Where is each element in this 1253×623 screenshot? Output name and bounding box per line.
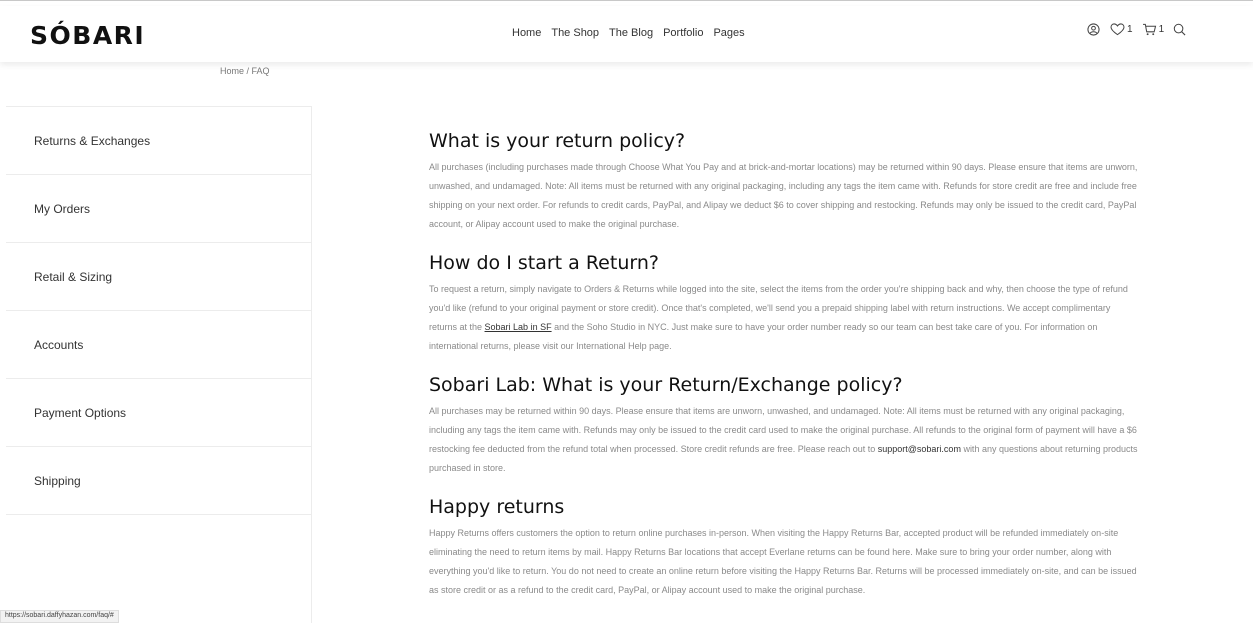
header-tools: 1 1 [1087,23,1186,36]
site-logo[interactable]: SÓBARI [30,21,145,50]
faq-answer: Happy Returns offers customers the optio… [429,528,1137,595]
sidebar-item-payment-options[interactable]: Payment Options [6,379,311,447]
sidebar-item-retail-sizing[interactable]: Retail & Sizing [6,243,311,311]
faq-question: What is your return policy? [429,130,686,152]
faq-section: Happy returns Happy Returns offers custo… [429,496,1139,600]
main-nav: Home The Shop The Blog Portfolio Pages [512,27,755,39]
site-header: SÓBARI Home The Shop The Blog Portfolio … [0,6,1253,62]
cart-count: 1 [1158,24,1165,35]
search-icon[interactable] [1173,23,1186,36]
faq-question: How do I start a Return? [429,252,659,274]
status-bar-url: https://sobari.daffyhazan.com/faq/# [0,610,119,623]
faq-sidebar: Returns & Exchanges My Orders Retail & S… [6,106,312,623]
wishlist-count: 1 [1127,24,1133,35]
sidebar-item-returns-exchanges[interactable]: Returns & Exchanges [6,107,311,175]
cart-icon[interactable] [1142,23,1157,36]
top-border [0,0,1253,5]
nav-home[interactable]: Home [512,27,541,39]
faq-section: How do I start a Return? To request a re… [429,252,1139,356]
support-email[interactable]: support@sobari.com [878,444,961,454]
nav-the-shop[interactable]: The Shop [551,27,599,39]
faq-content: What is your return policy? All purchase… [429,130,1139,618]
sidebar-item-shipping[interactable]: Shipping [6,447,311,515]
nav-the-blog[interactable]: The Blog [609,27,653,39]
nav-portfolio[interactable]: Portfolio [663,27,703,39]
faq-answer: All purchases may be returned within 90 … [429,402,1139,478]
sidebar-item-my-orders[interactable]: My Orders [6,175,311,243]
user-icon[interactable] [1087,23,1100,36]
faq-answer: To request a return, simply navigate to … [429,280,1139,356]
heart-icon[interactable] [1110,23,1125,36]
faq-question: Sobari Lab: What is your Return/Exchange… [429,374,903,396]
faq-section: What is your return policy? All purchase… [429,130,1139,234]
faq-question: Happy returns [429,496,565,518]
breadcrumb[interactable]: Home / FAQ [220,66,270,76]
sobari-lab-link[interactable]: Sobari Lab in SF [485,322,552,332]
faq-section: Sobari Lab: What is your Return/Exchange… [429,374,1139,478]
faq-answer: All purchases (including purchases made … [429,162,1138,229]
sidebar-item-accounts[interactable]: Accounts [6,311,311,379]
nav-pages[interactable]: Pages [713,27,744,39]
